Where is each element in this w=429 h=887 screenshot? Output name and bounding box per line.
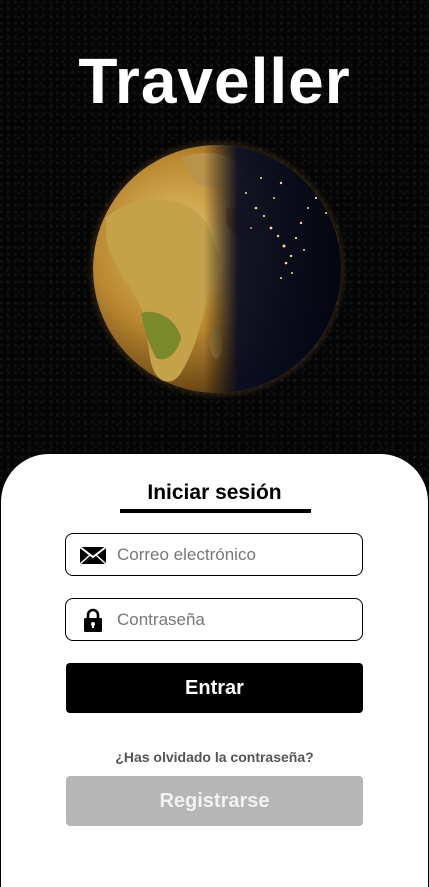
email-input[interactable] (117, 543, 353, 567)
app-title: Traveller (78, 45, 351, 117)
login-heading: Iniciar sesión (147, 481, 282, 504)
password-input[interactable] (117, 608, 353, 632)
register-button[interactable]: Registrarse (66, 776, 363, 826)
lock-icon (84, 608, 102, 632)
enter-button[interactable]: Entrar (66, 663, 363, 713)
earth-globe-image (86, 138, 348, 400)
envelope-icon (79, 546, 107, 565)
email-field[interactable] (65, 533, 363, 576)
heading-underline (120, 509, 311, 513)
password-field[interactable] (65, 598, 363, 641)
forgot-password-link[interactable]: ¿Has olvidado la contraseña? (0, 749, 429, 765)
